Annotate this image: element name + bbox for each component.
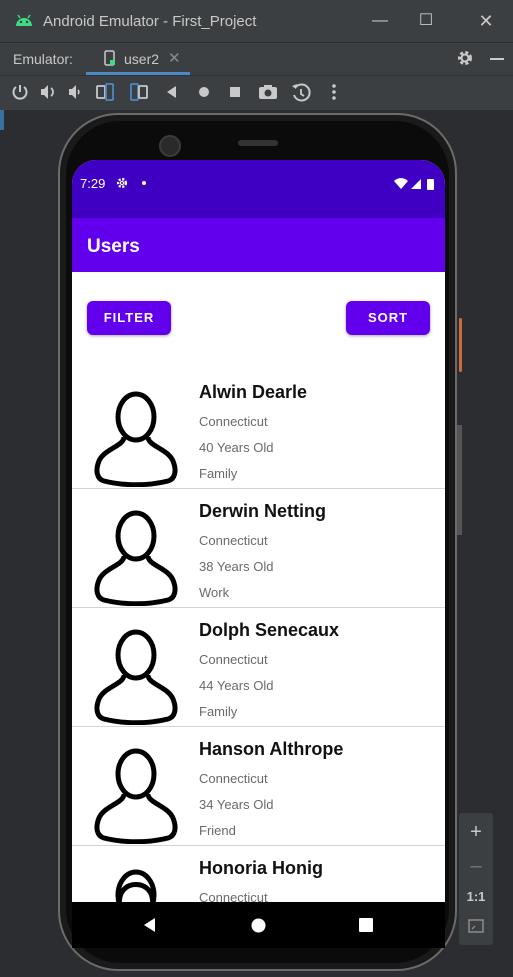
close-window-button[interactable]: ✕ [472,8,500,34]
maximize-button[interactable]: ☐ [412,8,440,34]
hide-panel-button[interactable] [490,58,504,60]
more-icon[interactable] [324,82,346,104]
user-name: Hanson Althrope [199,739,344,759]
list-item[interactable]: Hanson Althrope Connecticut 34 Years Old… [72,727,445,846]
android-icon [14,12,34,30]
tab-label: user2 [124,51,160,67]
navigation-bar [72,902,445,948]
panel-edge [0,110,4,130]
zoom-ratio[interactable]: 1:1 [459,889,493,904]
user-list[interactable]: Alwin Dearle Connecticut 40 Years Old Fa… [72,370,445,948]
user-state: Connecticut [199,533,268,548]
settings-notification-icon [115,176,129,195]
list-item[interactable]: Dolph Senecaux Connecticut 44 Years Old … [72,608,445,727]
close-tab-button[interactable]: ✕ [168,49,181,67]
user-age: 44 Years Old [199,678,274,693]
back-icon[interactable] [142,917,158,938]
person-icon [94,510,178,607]
gear-icon[interactable] [455,48,475,71]
person-icon [94,748,178,845]
filter-button[interactable]: FILTER [87,301,171,335]
status-time: 7:29 [80,176,106,191]
window-titlebar: Android Emulator - First_Project — ☐ ✕ [0,0,513,42]
person-icon [94,629,178,726]
power-icon[interactable] [10,82,32,104]
emulator-label: Emulator: [13,51,73,67]
zoom-panel: + – 1:1 [459,813,493,945]
fit-screen-icon[interactable] [459,919,493,936]
user-age: 38 Years Old [199,559,274,574]
user-state: Connecticut [199,414,268,429]
volume-up-icon[interactable] [38,82,60,104]
user-group: Friend [199,823,236,838]
snapshot-icon[interactable] [290,82,312,104]
home-icon[interactable] [194,82,216,104]
device-side-button [457,425,462,535]
page-title: Users [87,236,140,257]
user-age: 40 Years Old [199,440,274,455]
zoom-in-icon[interactable]: + [459,821,493,844]
overview-icon[interactable] [225,82,247,104]
app-bar: Users [72,218,445,272]
tab-user2[interactable]: user2 ✕ [86,43,190,75]
user-age: 34 Years Old [199,797,274,812]
signal-icon [411,179,421,189]
window-title: Android Emulator - First_Project [43,13,257,30]
user-group: Family [199,466,238,481]
device-screen: 7:29 Users FILTER SORT Alwin Dearle Conn… [72,160,445,948]
user-state: Connecticut [199,652,268,667]
front-camera [159,135,181,157]
user-group: Family [199,704,238,719]
battery-icon [427,179,434,190]
emulator-tabbar: Emulator: user2 ✕ [0,42,513,75]
home-icon[interactable] [251,918,266,938]
minimize-button[interactable]: — [366,8,394,34]
back-icon[interactable] [162,82,184,104]
user-name: Dolph Senecaux [199,620,340,640]
user-group: Work [199,585,230,600]
wifi-icon [394,178,408,189]
camera-icon[interactable] [257,82,279,104]
rotate-left-icon[interactable] [94,82,116,104]
zoom-out-icon[interactable]: – [459,855,493,878]
power-side-button [459,318,462,372]
earpiece-speaker [238,140,278,146]
list-item[interactable]: Alwin Dearle Connecticut 40 Years Old Fa… [72,370,445,489]
volume-down-icon[interactable] [66,82,88,104]
user-state: Connecticut [199,771,268,786]
list-item[interactable]: Derwin Netting Connecticut 38 Years Old … [72,489,445,608]
rotate-right-icon[interactable] [128,82,150,104]
user-name: Honoria Honig [199,858,323,878]
emulator-toolbar [0,75,513,110]
notification-dot [142,181,146,185]
person-icon [94,391,178,488]
device-icon [104,50,116,69]
user-name: Alwin Dearle [199,382,308,402]
status-bar: 7:29 [72,160,445,218]
overview-icon[interactable] [359,918,373,937]
status-icons [393,177,437,195]
sort-button[interactable]: SORT [346,301,430,335]
user-name: Derwin Netting [199,501,327,521]
